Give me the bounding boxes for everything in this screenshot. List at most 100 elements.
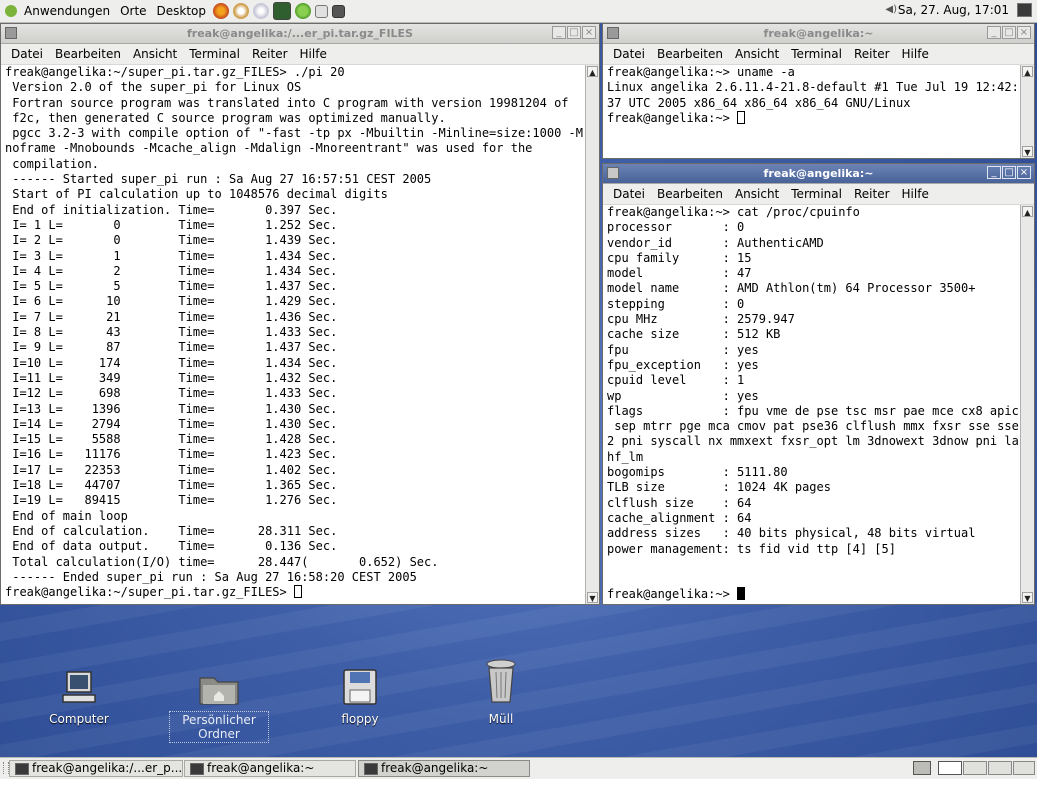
taskbar-button-cpuinfo[interactable]: freak@angelika:~ <box>358 760 530 777</box>
desktop-icon-computer[interactable]: Computer <box>29 668 129 727</box>
menu-terminal[interactable]: Terminal <box>785 187 848 201</box>
firefox-launcher-icon[interactable] <box>213 3 230 19</box>
menu-terminal[interactable]: Terminal <box>183 47 246 61</box>
taskbar-label: freak@angelika:~ <box>207 761 315 775</box>
terminal-line: Fortran source program was translated in… <box>5 95 569 110</box>
workspace-3[interactable] <box>988 761 1012 775</box>
menu-terminal[interactable]: Terminal <box>785 47 848 61</box>
close-icon[interactable]: × <box>1017 26 1031 39</box>
scrollbar[interactable]: ▲ ▼ <box>585 65 599 604</box>
menu-bearbeiten[interactable]: Bearbeiten <box>651 47 729 61</box>
taskbar-button-uname[interactable]: freak@angelika:~ <box>184 760 356 777</box>
terminal-line: power management: ts fid vid ttp [4] [5] <box>607 541 896 556</box>
menu-hilfe[interactable]: Hilfe <box>294 47 333 61</box>
copy-launcher-icon[interactable] <box>315 4 329 18</box>
scrollbar[interactable]: ▲ ▼ <box>1020 205 1034 604</box>
minimize-icon[interactable]: _ <box>987 166 1001 179</box>
terminal-line: I=17 L= 22353 Time= 1.402 Sec. <box>5 462 338 477</box>
menu-orte[interactable]: Orte <box>115 4 151 18</box>
scroll-up-icon[interactable]: ▲ <box>1022 66 1033 77</box>
menu-datei[interactable]: Datei <box>603 187 651 201</box>
minimize-icon[interactable]: _ <box>552 26 566 39</box>
terminal-line: End of calculation. Time= 28.311 Sec. <box>5 523 338 538</box>
desktop-icon-trash[interactable]: Müll <box>451 658 551 727</box>
window-menu-icon[interactable] <box>607 27 619 39</box>
maximize-icon[interactable]: □ <box>1002 26 1016 39</box>
window-titlebar[interactable]: freak@angelika:/...er_pi.tar.gz_FILES _ … <box>1 24 599 44</box>
scroll-up-icon[interactable]: ▲ <box>587 66 598 77</box>
chat-launcher-icon[interactable] <box>295 3 312 19</box>
window-menubar: Datei Bearbeiten Ansicht Terminal Reiter… <box>603 44 1034 65</box>
scroll-down-icon[interactable]: ▼ <box>1022 146 1033 157</box>
terminal-line: freak@angelika:~> cat /proc/cpuinfo <box>607 205 860 219</box>
menu-desktop[interactable]: Desktop <box>152 4 212 18</box>
volume-icon[interactable]: ◀) <box>885 4 897 15</box>
terminal-line: I=16 L= 11176 Time= 1.423 Sec. <box>5 447 338 462</box>
show-desktop-icon[interactable] <box>1017 3 1032 17</box>
scrollbar[interactable]: ▲ ▼ <box>1020 65 1034 158</box>
scroll-down-icon[interactable]: ▼ <box>1022 592 1033 603</box>
scroll-up-icon[interactable]: ▲ <box>1022 206 1033 217</box>
menu-bearbeiten[interactable]: Bearbeiten <box>49 47 127 61</box>
terminal-line: End of main loop <box>5 508 128 523</box>
terminal-line: I= 2 L= 0 Time= 1.439 Sec. <box>5 233 338 248</box>
terminal-line: Total calculation(I/O) time= 28.447( 0.6… <box>5 554 439 569</box>
desktop-icon-home-folder[interactable]: Persönlicher Ordner <box>169 668 269 743</box>
terminal-line: I= 3 L= 1 Time= 1.434 Sec. <box>5 248 338 263</box>
taskbar-button-super-pi[interactable]: freak@angelika:/...er_p... <box>9 760 183 777</box>
menu-hilfe[interactable]: Hilfe <box>896 47 935 61</box>
terminal-line: hf_lm <box>607 449 644 464</box>
terminal-line: I= 1 L= 0 Time= 1.252 Sec. <box>5 217 338 232</box>
minimize-icon[interactable]: _ <box>987 26 1001 39</box>
terminal-prompt: freak@angelika:~/super_pi.tar.gz_FILES> <box>5 585 585 600</box>
menu-hilfe[interactable]: Hilfe <box>896 187 935 201</box>
menu-bearbeiten[interactable]: Bearbeiten <box>651 187 729 201</box>
terminal-output[interactable]: freak@angelika:~/super_pi.tar.gz_FILES> … <box>1 65 585 604</box>
menu-datei[interactable]: Datei <box>1 47 49 61</box>
home-folder-icon <box>199 677 239 705</box>
cursor <box>293 585 302 599</box>
terminal-icon <box>364 763 378 775</box>
menu-reiter[interactable]: Reiter <box>848 47 896 61</box>
menu-ansicht[interactable]: Ansicht <box>729 187 785 201</box>
window-menu-icon[interactable] <box>607 167 619 179</box>
desktop-icon-label: Computer <box>49 712 109 726</box>
menu-ansicht[interactable]: Ansicht <box>729 47 785 61</box>
terminal-launcher-icon[interactable] <box>273 2 292 20</box>
terminal-line: ------ Ended super_pi run : Sa Aug 27 16… <box>5 569 417 584</box>
terminal-line: I= 9 L= 87 Time= 1.437 Sec. <box>5 340 338 355</box>
taskbar-label: freak@angelika:~ <box>381 761 489 775</box>
close-icon[interactable]: × <box>582 26 596 39</box>
workspace-4[interactable] <box>1013 761 1035 775</box>
top-panel: Anwendungen Orte Desktop ◀) Sa, 27. Aug,… <box>0 0 1037 23</box>
menu-reiter[interactable]: Reiter <box>246 47 294 61</box>
trash-icon <box>486 659 516 703</box>
window-titlebar[interactable]: freak@angelika:~ _ □ × <box>603 164 1034 184</box>
terminal-line: cache_alignment : 64 <box>607 510 752 525</box>
close-icon[interactable]: × <box>1017 166 1031 179</box>
workspace-2[interactable] <box>963 761 987 775</box>
terminal-line: Version 2.0 of the super_pi for Linux OS <box>5 80 302 95</box>
cd-launcher-icon[interactable] <box>253 3 270 19</box>
window-titlebar[interactable]: freak@angelika:~ _ □ × <box>603 24 1034 44</box>
window-menu-icon[interactable] <box>5 27 17 39</box>
workspace-switcher-icon[interactable] <box>913 761 931 775</box>
scroll-down-icon[interactable]: ▼ <box>587 592 598 603</box>
terminal-line: noframe -Mnobounds -Mcache_align -Mdalig… <box>5 141 533 156</box>
maximize-icon[interactable]: □ <box>1002 166 1016 179</box>
menu-datei[interactable]: Datei <box>603 47 651 61</box>
menu-reiter[interactable]: Reiter <box>848 187 896 201</box>
maximize-icon[interactable]: □ <box>567 26 581 39</box>
terminal-output[interactable]: freak@angelika:~> cat /proc/cpuinfo proce… <box>603 205 1020 604</box>
clock[interactable]: Sa, 27. Aug, 17:01 <box>898 3 1009 17</box>
taskbar-label: freak@angelika:/...er_p... <box>32 761 183 775</box>
workspace-1[interactable] <box>938 761 962 775</box>
terminal-output[interactable]: freak@angelika:~> uname -a Linux angelika… <box>603 65 1020 158</box>
menu-anwendungen[interactable]: Anwendungen <box>19 4 115 18</box>
help-launcher-icon[interactable] <box>233 3 250 19</box>
terminal-line: 37 UTC 2005 x86_64 x86_64 x86_64 GNU/Lin… <box>607 95 911 110</box>
desktop-icon-floppy[interactable]: floppy <box>310 668 410 727</box>
menu-ansicht[interactable]: Ansicht <box>127 47 183 61</box>
screenshot-launcher-icon[interactable] <box>332 4 346 18</box>
window-title: freak@angelika:~ <box>763 27 874 40</box>
